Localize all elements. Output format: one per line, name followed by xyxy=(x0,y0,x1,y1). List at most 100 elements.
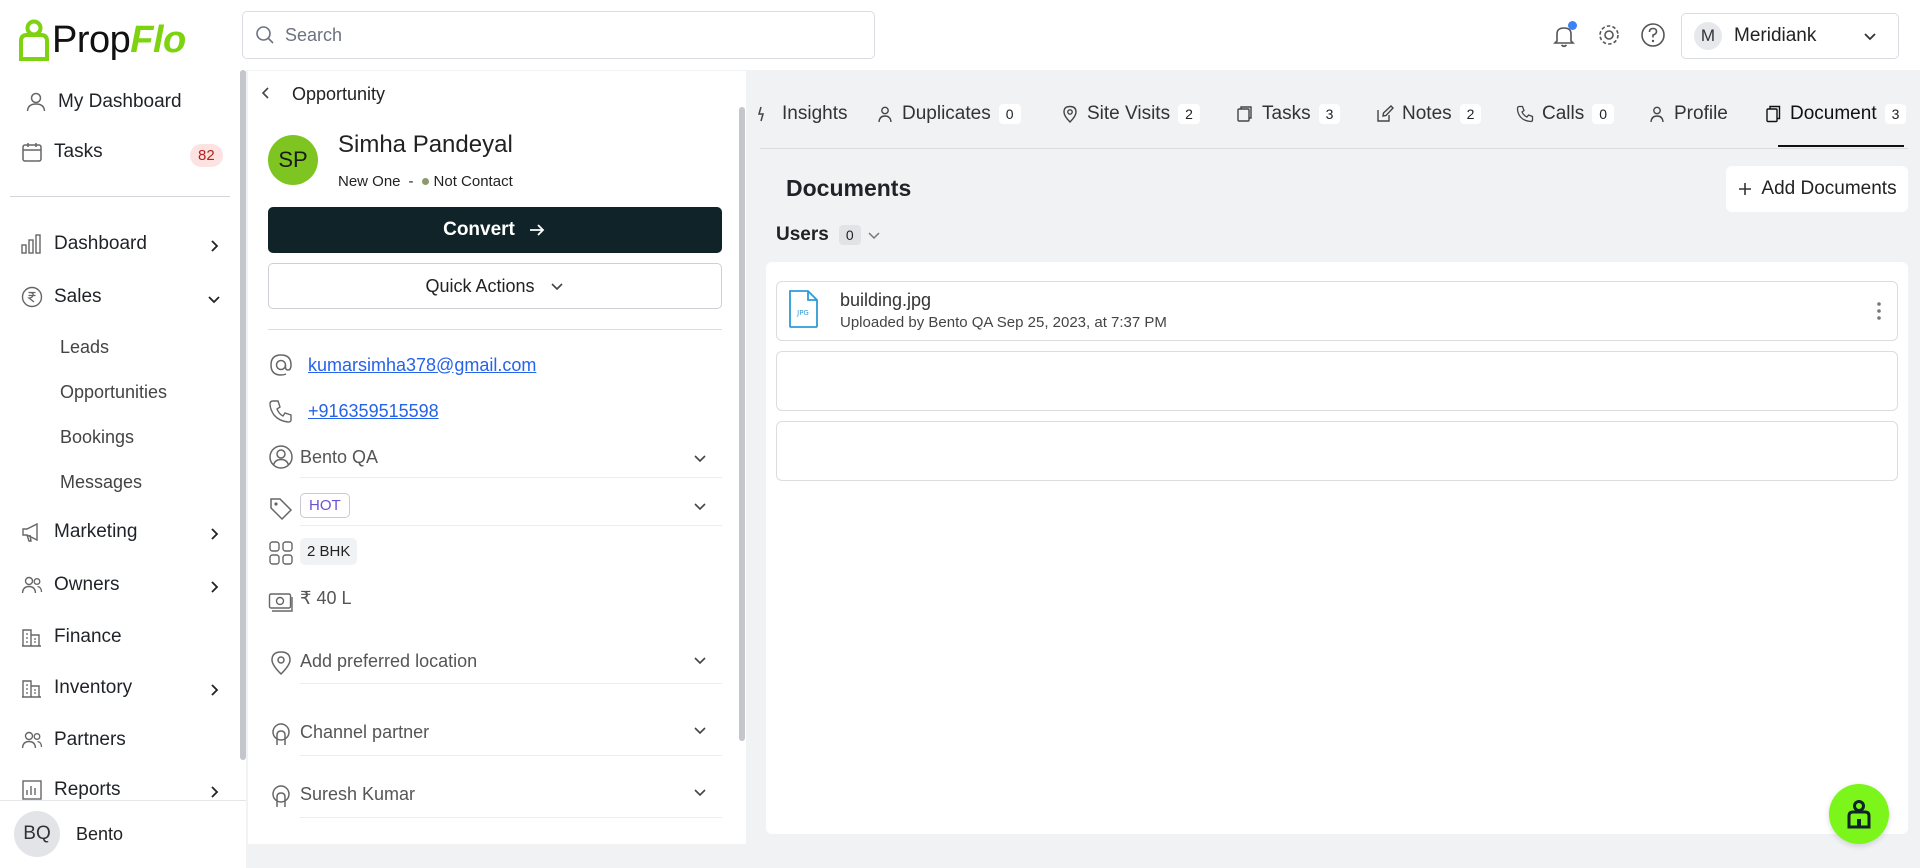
tab-label: Tasks xyxy=(1262,103,1311,124)
opportunity-detail-panel: Opportunity SP Simha Pandeyal New One - … xyxy=(248,71,746,844)
add-documents-button[interactable]: Add Documents xyxy=(1726,166,1908,212)
sidebar-item-tasks[interactable]: Tasks xyxy=(20,140,103,164)
chevron-down-icon xyxy=(550,283,563,291)
sidebar-item-marketing[interactable]: Marketing xyxy=(20,520,137,544)
channel-partner-placeholder: Channel partner xyxy=(300,722,430,742)
breadcrumb[interactable]: Opportunity xyxy=(292,84,385,105)
tab-count: 3 xyxy=(1318,104,1341,124)
sidebar-item-sales[interactable]: Sales xyxy=(20,285,102,309)
users-filter-count: 0 xyxy=(838,225,861,245)
tab-notes[interactable]: Notes 2 xyxy=(1376,103,1482,125)
tab-label: Profile xyxy=(1674,103,1728,124)
chevron-down-icon[interactable] xyxy=(206,291,222,307)
chevron-right-icon[interactable] xyxy=(206,682,222,698)
configuration-row xyxy=(268,540,294,566)
jpg-file-icon: JPG xyxy=(789,290,818,328)
arrow-right-icon xyxy=(529,224,545,236)
tab-tasks[interactable]: Tasks 3 xyxy=(1236,103,1341,125)
help-button[interactable] xyxy=(1639,21,1667,49)
sidebar-item-label: Marketing xyxy=(54,521,138,542)
tab-site-visits[interactable]: Site Visits 2 xyxy=(1061,103,1200,125)
top-bar: PropFlo M Meridiank xyxy=(0,0,1920,70)
tab-duplicates[interactable]: Duplicates 0 xyxy=(876,103,1021,125)
organization-selector[interactable]: M Meridiank xyxy=(1681,13,1899,59)
sidebar-item-label: My Dashboard xyxy=(58,91,182,112)
chevron-down-icon xyxy=(694,727,706,735)
owner-value: Bento QA xyxy=(300,447,379,467)
separator: - xyxy=(408,173,414,190)
tab-calls[interactable]: Calls 0 xyxy=(1516,103,1615,125)
chevron-down-icon xyxy=(868,232,880,240)
settings-button[interactable] xyxy=(1595,21,1623,49)
assignee-select[interactable]: Suresh Kumar xyxy=(300,772,722,818)
tab-document[interactable]: Document 3 xyxy=(1764,103,1907,125)
sidebar: My Dashboard Tasks 82 Dashboard Sales Le… xyxy=(0,70,246,868)
lead-name: Simha Pandeyal xyxy=(338,131,513,158)
sidebar-item-finance[interactable]: Finance xyxy=(20,625,122,649)
page-title: Documents xyxy=(786,175,912,201)
search-box[interactable] xyxy=(242,11,875,59)
task-icon xyxy=(1237,106,1252,122)
propflo-logo[interactable]: PropFlo xyxy=(18,18,186,62)
partner-icon xyxy=(272,785,290,807)
chevron-right-icon[interactable] xyxy=(206,238,222,254)
svg-text:JPG: JPG xyxy=(796,309,809,317)
panel-scrollbar[interactable] xyxy=(739,107,745,741)
sidebar-subitem-bookings[interactable]: Bookings xyxy=(60,427,134,448)
report-icon xyxy=(22,780,42,800)
sidebar-item-reports[interactable]: Reports xyxy=(20,778,121,802)
sidebar-user-profile[interactable]: BQ Bento xyxy=(0,800,246,868)
chevron-right-icon[interactable] xyxy=(206,579,222,595)
users-filter[interactable]: Users 0 xyxy=(776,224,881,246)
chevron-right-icon[interactable] xyxy=(206,526,222,542)
sidebar-item-my-dashboard[interactable]: My Dashboard xyxy=(24,90,182,114)
status-dot xyxy=(421,178,429,185)
chevron-down-icon xyxy=(694,657,706,665)
channel-partner-select[interactable]: Channel partner xyxy=(300,710,722,756)
phone-icon xyxy=(1516,105,1534,123)
assistant-fab-button[interactable] xyxy=(1829,784,1889,844)
search-input[interactable] xyxy=(285,24,845,46)
sidebar-subitem-opportunities[interactable]: Opportunities xyxy=(60,382,167,403)
tab-label: Calls xyxy=(1542,103,1585,124)
help-icon xyxy=(1641,23,1665,47)
sidebar-item-dashboard[interactable]: Dashboard xyxy=(20,232,147,256)
tab-profile[interactable]: Profile xyxy=(1648,103,1728,125)
document-item-placeholder xyxy=(776,351,1898,411)
logo-text: PropFlo xyxy=(52,19,186,61)
sidebar-item-owners[interactable]: Owners xyxy=(20,573,119,597)
chevron-down-icon xyxy=(694,503,706,511)
sidebar-divider xyxy=(10,196,230,197)
tag-select[interactable]: HOT xyxy=(300,486,722,526)
sidebar-item-inventory[interactable]: Inventory xyxy=(20,676,132,700)
more-options-icon[interactable] xyxy=(1869,299,1889,323)
sidebar-subitem-messages[interactable]: Messages xyxy=(60,472,142,493)
quick-actions-button[interactable]: Quick Actions xyxy=(268,263,722,309)
tab-count: 2 xyxy=(1178,104,1200,124)
sidebar-item-partners[interactable]: Partners xyxy=(20,728,126,752)
chevron-down-icon xyxy=(694,789,706,797)
grid-icon xyxy=(269,541,293,565)
sidebar-item-label: Owners xyxy=(54,574,120,595)
add-documents-label: Add Documents xyxy=(1761,178,1897,199)
phone-row: +916359515598 xyxy=(268,398,439,424)
sidebar-subitem-leads[interactable]: Leads xyxy=(60,337,109,358)
location-row xyxy=(268,650,294,676)
owner-select[interactable]: Bento QA xyxy=(300,438,722,478)
email-link[interactable]: kumarsimha378@gmail.com xyxy=(308,355,536,376)
phone-link[interactable]: +916359515598 xyxy=(308,401,439,422)
chevron-right-icon[interactable] xyxy=(206,784,222,800)
sidebar-item-label: Tasks xyxy=(54,141,103,162)
users-icon xyxy=(21,576,43,594)
tab-insights[interactable]: Insights xyxy=(756,103,847,125)
notifications-button[interactable] xyxy=(1550,21,1578,49)
tab-label: Insights xyxy=(782,103,848,124)
location-placeholder: Add preferred location xyxy=(300,651,478,671)
preferred-location-select[interactable]: Add preferred location xyxy=(300,640,722,684)
sidebar-item-label: Reports xyxy=(54,779,121,800)
file-name[interactable]: building.jpg xyxy=(840,290,931,311)
email-row: kumarsimha378@gmail.com xyxy=(268,352,536,378)
chevron-left-icon[interactable] xyxy=(258,85,274,101)
document-item[interactable]: JPG building.jpg Uploaded by Bento QA Se… xyxy=(776,281,1898,341)
convert-button[interactable]: Convert xyxy=(268,207,722,253)
